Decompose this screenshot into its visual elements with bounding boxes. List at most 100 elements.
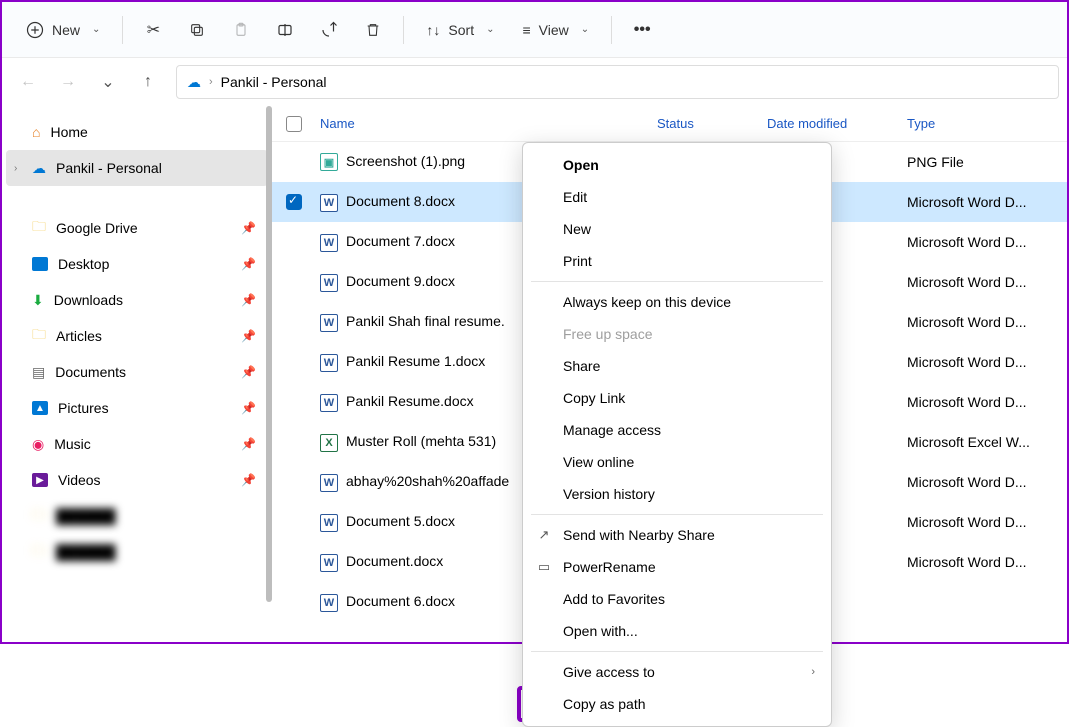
rename-button[interactable]: [265, 12, 305, 48]
sidebar-item-articles[interactable]: 🗀 Articles 📌: [6, 318, 268, 354]
menu-item-print[interactable]: Print: [523, 245, 831, 277]
menu-item-manage-access[interactable]: Manage access: [523, 414, 831, 446]
desktop-icon: [32, 257, 48, 271]
file-type: Microsoft Word D...: [907, 354, 1067, 370]
separator: [611, 16, 612, 44]
copy-icon: [189, 22, 205, 38]
word-icon: W: [320, 474, 338, 492]
menu-item-icon: ▭: [535, 559, 553, 575]
sidebar-item-label: Videos: [58, 472, 101, 488]
download-icon: ⬇: [32, 292, 44, 309]
pin-icon: 📌: [241, 401, 256, 415]
menu-item-copy-as-path[interactable]: Copy as path: [523, 688, 831, 720]
menu-item-label: Copy as path: [563, 696, 646, 712]
menu-item-open[interactable]: Open: [523, 149, 831, 181]
address-path: Pankil - Personal: [221, 74, 327, 90]
new-label: New: [52, 22, 80, 38]
pin-icon: 📌: [241, 473, 256, 487]
delete-button[interactable]: [353, 12, 393, 48]
menu-item-always-keep-on-this-device[interactable]: Always keep on this device: [523, 286, 831, 318]
chevron-down-icon: ⌄: [581, 24, 589, 35]
menu-item-copy-link[interactable]: Copy Link: [523, 382, 831, 414]
menu-separator: [531, 281, 823, 282]
menu-item-label: Share: [563, 358, 600, 374]
menu-item-edit[interactable]: Edit: [523, 181, 831, 213]
menu-item-view-online[interactable]: View online: [523, 446, 831, 478]
more-button[interactable]: •••: [622, 12, 662, 48]
forward-button[interactable]: →: [50, 64, 86, 100]
view-icon: ≡: [522, 22, 530, 38]
sidebar-item-home[interactable]: ⌂ Home: [6, 114, 268, 150]
sidebar-item-music[interactable]: ◉ Music 📌: [6, 426, 268, 462]
sidebar-item-google drive[interactable]: 🗀 Google Drive 📌: [6, 210, 268, 246]
sidebar-item-blurred[interactable]: 🗀██████: [6, 534, 268, 570]
view-button[interactable]: ≡ View ⌄: [510, 12, 601, 48]
music-icon: ◉: [32, 436, 44, 453]
sidebar-item-label: Documents: [55, 364, 126, 380]
sidebar-item-documents[interactable]: ▤ Documents 📌: [6, 354, 268, 390]
address-bar[interactable]: ☁ › Pankil - Personal: [176, 65, 1059, 99]
pin-icon: 📌: [241, 293, 256, 307]
column-status[interactable]: Status: [657, 116, 767, 131]
column-date[interactable]: Date modified: [767, 116, 907, 131]
sidebar-item-videos[interactable]: ▶ Videos 📌: [6, 462, 268, 498]
copy-button[interactable]: [177, 12, 217, 48]
row-checkbox[interactable]: [286, 194, 302, 210]
sort-button[interactable]: ↑↓ Sort ⌄: [414, 12, 506, 48]
plus-circle-icon: [26, 21, 44, 39]
up-button[interactable]: ↑: [130, 64, 166, 100]
file-type: Microsoft Excel W...: [907, 434, 1067, 450]
folder-icon: 🗀: [32, 216, 46, 240]
menu-item-label: Always keep on this device: [563, 294, 731, 310]
menu-item-label: Add to Favorites: [563, 591, 665, 607]
sidebar-item-desktop[interactable]: Desktop 📌: [6, 246, 268, 282]
file-type: Microsoft Word D...: [907, 314, 1067, 330]
pin-icon: 📌: [241, 221, 256, 235]
pin-icon: 📌: [241, 329, 256, 343]
context-menu: Open Edit New Print Always keep on this …: [522, 142, 832, 727]
menu-item-new[interactable]: New: [523, 213, 831, 245]
menu-item-label: Edit: [563, 189, 587, 205]
chevron-down-icon: ⌄: [486, 24, 494, 35]
paste-button: [221, 12, 261, 48]
navigation-bar: ← → ⌄ ↑ ☁ › Pankil - Personal: [2, 58, 1067, 106]
select-all-checkbox[interactable]: [286, 116, 302, 132]
sidebar-item-label: Desktop: [58, 256, 109, 272]
folder-icon: 🗀: [32, 324, 46, 348]
column-name[interactable]: Name: [316, 116, 657, 131]
new-button[interactable]: New ⌄: [14, 12, 112, 48]
menu-item-send-with-nearby-share[interactable]: ↗Send with Nearby Share: [523, 519, 831, 551]
menu-item-add-to-favorites[interactable]: Add to Favorites: [523, 583, 831, 615]
rename-icon: [276, 21, 294, 39]
menu-item-version-history[interactable]: Version history: [523, 478, 831, 510]
sidebar-item-blurred[interactable]: 🗀██████: [6, 498, 268, 534]
menu-item-label: Give access to: [563, 664, 655, 680]
recent-button[interactable]: ⌄: [90, 64, 126, 100]
file-type: Microsoft Word D...: [907, 554, 1067, 570]
separator: [403, 16, 404, 44]
menu-item-free-up-space: Free up space: [523, 318, 831, 350]
menu-item-powerrename[interactable]: ▭PowerRename: [523, 551, 831, 583]
word-icon: W: [320, 234, 338, 252]
pin-icon: 📌: [241, 365, 256, 379]
toolbar: New ⌄ ✂ ↑↓ Sort ⌄ ≡ View ⌄ •••: [2, 2, 1067, 58]
menu-item-give-access-to[interactable]: Give access to ›: [523, 656, 831, 688]
cut-button[interactable]: ✂: [133, 12, 173, 48]
sidebar-item-pictures[interactable]: ▲ Pictures 📌: [6, 390, 268, 426]
pin-icon: 📌: [241, 257, 256, 271]
column-type[interactable]: Type: [907, 116, 1067, 131]
share-button[interactable]: [309, 12, 349, 48]
folder-icon: 🗀: [32, 504, 46, 528]
menu-item-share[interactable]: Share: [523, 350, 831, 382]
back-button[interactable]: ←: [10, 64, 46, 100]
word-icon: W: [320, 274, 338, 292]
menu-item-open-with-[interactable]: Open with...: [523, 615, 831, 647]
trash-icon: [365, 21, 381, 39]
cloud-icon: ☁: [187, 74, 201, 91]
menu-item-label: Manage access: [563, 422, 661, 438]
menu-separator: [531, 651, 823, 652]
cloud-icon: ☁: [32, 160, 46, 177]
sidebar-item-onedrive[interactable]: › ☁ Pankil - Personal: [6, 150, 268, 186]
sidebar-item-downloads[interactable]: ⬇ Downloads 📌: [6, 282, 268, 318]
chevron-right-icon: ›: [811, 666, 815, 678]
